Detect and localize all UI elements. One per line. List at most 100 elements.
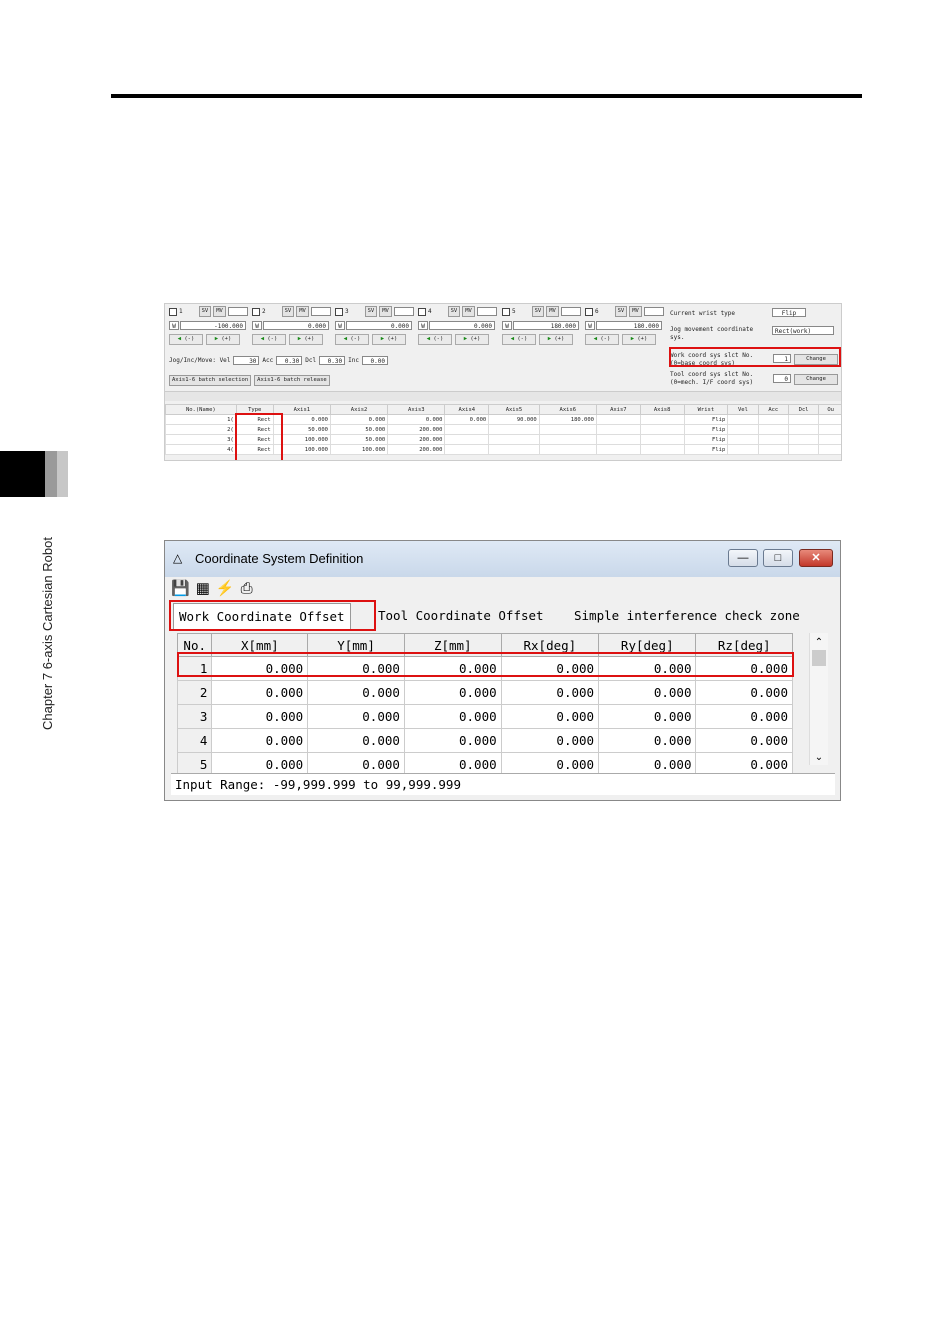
jog-minus-button[interactable]: ◀ (-)	[418, 334, 452, 345]
table-cell[interactable]	[595, 444, 641, 455]
offset-cell[interactable]: 0.000	[307, 704, 405, 729]
offset-cell[interactable]: 0.000	[695, 704, 793, 729]
table-cell[interactable]	[757, 434, 789, 445]
offset-cell[interactable]: 0.000	[695, 728, 793, 753]
table-cell[interactable]	[818, 444, 841, 455]
axis-position-input[interactable]: 0.000	[263, 321, 329, 330]
axis-checkbox[interactable]	[169, 307, 177, 316]
offset-cell[interactable]: 0.000	[403, 728, 502, 753]
close-icon[interactable]: ✕	[799, 549, 833, 567]
table-cell[interactable]: 0.000	[387, 414, 446, 425]
sv-button[interactable]: SV	[531, 306, 545, 317]
table-cell[interactable]	[488, 434, 540, 445]
minimize-icon[interactable]: —	[728, 549, 758, 567]
table-cell[interactable]: 3(	[165, 434, 237, 445]
mv-button[interactable]: MV	[213, 306, 226, 317]
table-cell[interactable]	[787, 434, 820, 445]
sv-button[interactable]: SV	[198, 306, 212, 317]
table-cell[interactable]	[787, 444, 820, 455]
batch-select-button[interactable]: Axis1-6 batch selection	[169, 375, 252, 386]
offset-cell[interactable]: 0.000	[695, 680, 793, 705]
row-number[interactable]: 3	[176, 704, 213, 729]
offset-cell[interactable]: 0.000	[403, 680, 502, 705]
table-row[interactable]: 3 0.000 0.000 0.000 0.000 0.000 0.000	[176, 704, 793, 729]
horizontal-scrollbar[interactable]	[165, 391, 841, 401]
table-cell[interactable]	[538, 434, 597, 445]
offset-cell[interactable]: 0.000	[598, 704, 697, 729]
scroll-up-icon[interactable]: ⌃	[810, 637, 828, 648]
table-cell[interactable]	[444, 444, 490, 455]
table-cell[interactable]	[818, 424, 841, 435]
table-row[interactable]: 4 0.000 0.000 0.000 0.000 0.000 0.000	[176, 728, 793, 753]
table-cell[interactable]: 50.000	[329, 434, 389, 445]
table-cell[interactable]: Flip	[683, 424, 729, 435]
sv-button[interactable]: SV	[447, 306, 461, 317]
jog-minus-button[interactable]: ◀ (-)	[585, 334, 619, 345]
offset-cell[interactable]: 0.000	[598, 728, 697, 753]
axis-position-input[interactable]: 0.000	[346, 321, 412, 330]
jog-minus-button[interactable]: ◀ (-)	[335, 334, 369, 345]
table-cell[interactable]	[639, 444, 685, 455]
batch-release-button[interactable]: Axis1-6 batch release	[254, 375, 330, 386]
offset-cell[interactable]: 0.000	[598, 680, 697, 705]
dcl-input[interactable]: 0.30	[319, 356, 346, 365]
table-cell[interactable]	[595, 414, 641, 425]
offset-cell[interactable]: 0.000	[500, 704, 600, 729]
table-cell[interactable]: 0.000	[329, 414, 389, 425]
jog-plus-button[interactable]: ▶ (+)	[455, 334, 489, 345]
table-cell[interactable]: Flip	[683, 434, 729, 445]
table-cell[interactable]: 200.000	[387, 434, 446, 445]
jog-minus-button[interactable]: ◀ (-)	[252, 334, 286, 345]
vertical-scrollbar[interactable]: ⌃ ⌄	[809, 633, 828, 765]
maximize-icon[interactable]: □	[763, 549, 793, 567]
table-cell[interactable]: 2(	[165, 424, 237, 435]
table-cell[interactable]: 0.000	[444, 414, 490, 425]
scroll-down-icon[interactable]: ⌄	[810, 752, 828, 763]
table-cell[interactable]	[787, 414, 820, 425]
table-cell[interactable]	[488, 424, 540, 435]
table-cell[interactable]	[488, 444, 540, 455]
table-cell[interactable]	[757, 414, 789, 425]
sv-button[interactable]: SV	[364, 306, 378, 317]
axis-checkbox[interactable]	[418, 307, 426, 316]
table-cell[interactable]: 180.000	[538, 414, 597, 425]
offset-cell[interactable]: 0.000	[403, 704, 502, 729]
table-cell[interactable]	[444, 434, 490, 445]
table-cell[interactable]: 50.000	[329, 424, 389, 435]
scroll-thumb[interactable]	[812, 650, 826, 666]
jog-plus-button[interactable]: ▶ (+)	[539, 334, 573, 345]
table-cell[interactable]	[787, 424, 820, 435]
table-cell[interactable]	[757, 444, 789, 455]
table-cell[interactable]	[727, 444, 759, 455]
table-cell[interactable]	[818, 414, 841, 425]
offset-cell[interactable]: 0.000	[211, 704, 309, 729]
mv-button[interactable]: MV	[546, 306, 559, 317]
axis-checkbox[interactable]	[585, 307, 593, 316]
jog-minus-button[interactable]: ◀ (-)	[502, 334, 536, 345]
offset-cell[interactable]: 0.000	[211, 680, 309, 705]
table-cell[interactable]	[727, 414, 759, 425]
tab-2[interactable]: Simple interference check zone	[569, 603, 805, 629]
mv-button[interactable]: MV	[629, 306, 642, 317]
jog-plus-button[interactable]: ▶ (+)	[372, 334, 406, 345]
table-cell[interactable]	[444, 424, 490, 435]
axis-position-input[interactable]: 180.000	[513, 321, 579, 330]
jog-plus-button[interactable]: ▶ (+)	[289, 334, 323, 345]
offset-cell[interactable]: 0.000	[307, 728, 405, 753]
table-cell[interactable]	[818, 434, 841, 445]
axis-checkbox[interactable]	[252, 307, 260, 316]
table-cell[interactable]: 90.000	[488, 414, 540, 425]
table-cell[interactable]	[757, 424, 789, 435]
save-icon[interactable]: 💾	[171, 579, 190, 597]
acc-input[interactable]: 0.30	[276, 356, 303, 365]
vel-input[interactable]: 30	[233, 356, 260, 365]
jog-coord-select[interactable]: Rect(work)	[772, 326, 834, 335]
tab-1[interactable]: Tool Coordinate Offset	[373, 603, 549, 629]
table-cell[interactable]	[727, 424, 759, 435]
table-cell[interactable]	[639, 424, 685, 435]
table-cell[interactable]	[639, 434, 685, 445]
jog-plus-button[interactable]: ▶ (+)	[622, 334, 656, 345]
sv-button[interactable]: SV	[614, 306, 628, 317]
select-icon[interactable]: ▦	[196, 579, 210, 597]
mv-button[interactable]: MV	[462, 306, 475, 317]
